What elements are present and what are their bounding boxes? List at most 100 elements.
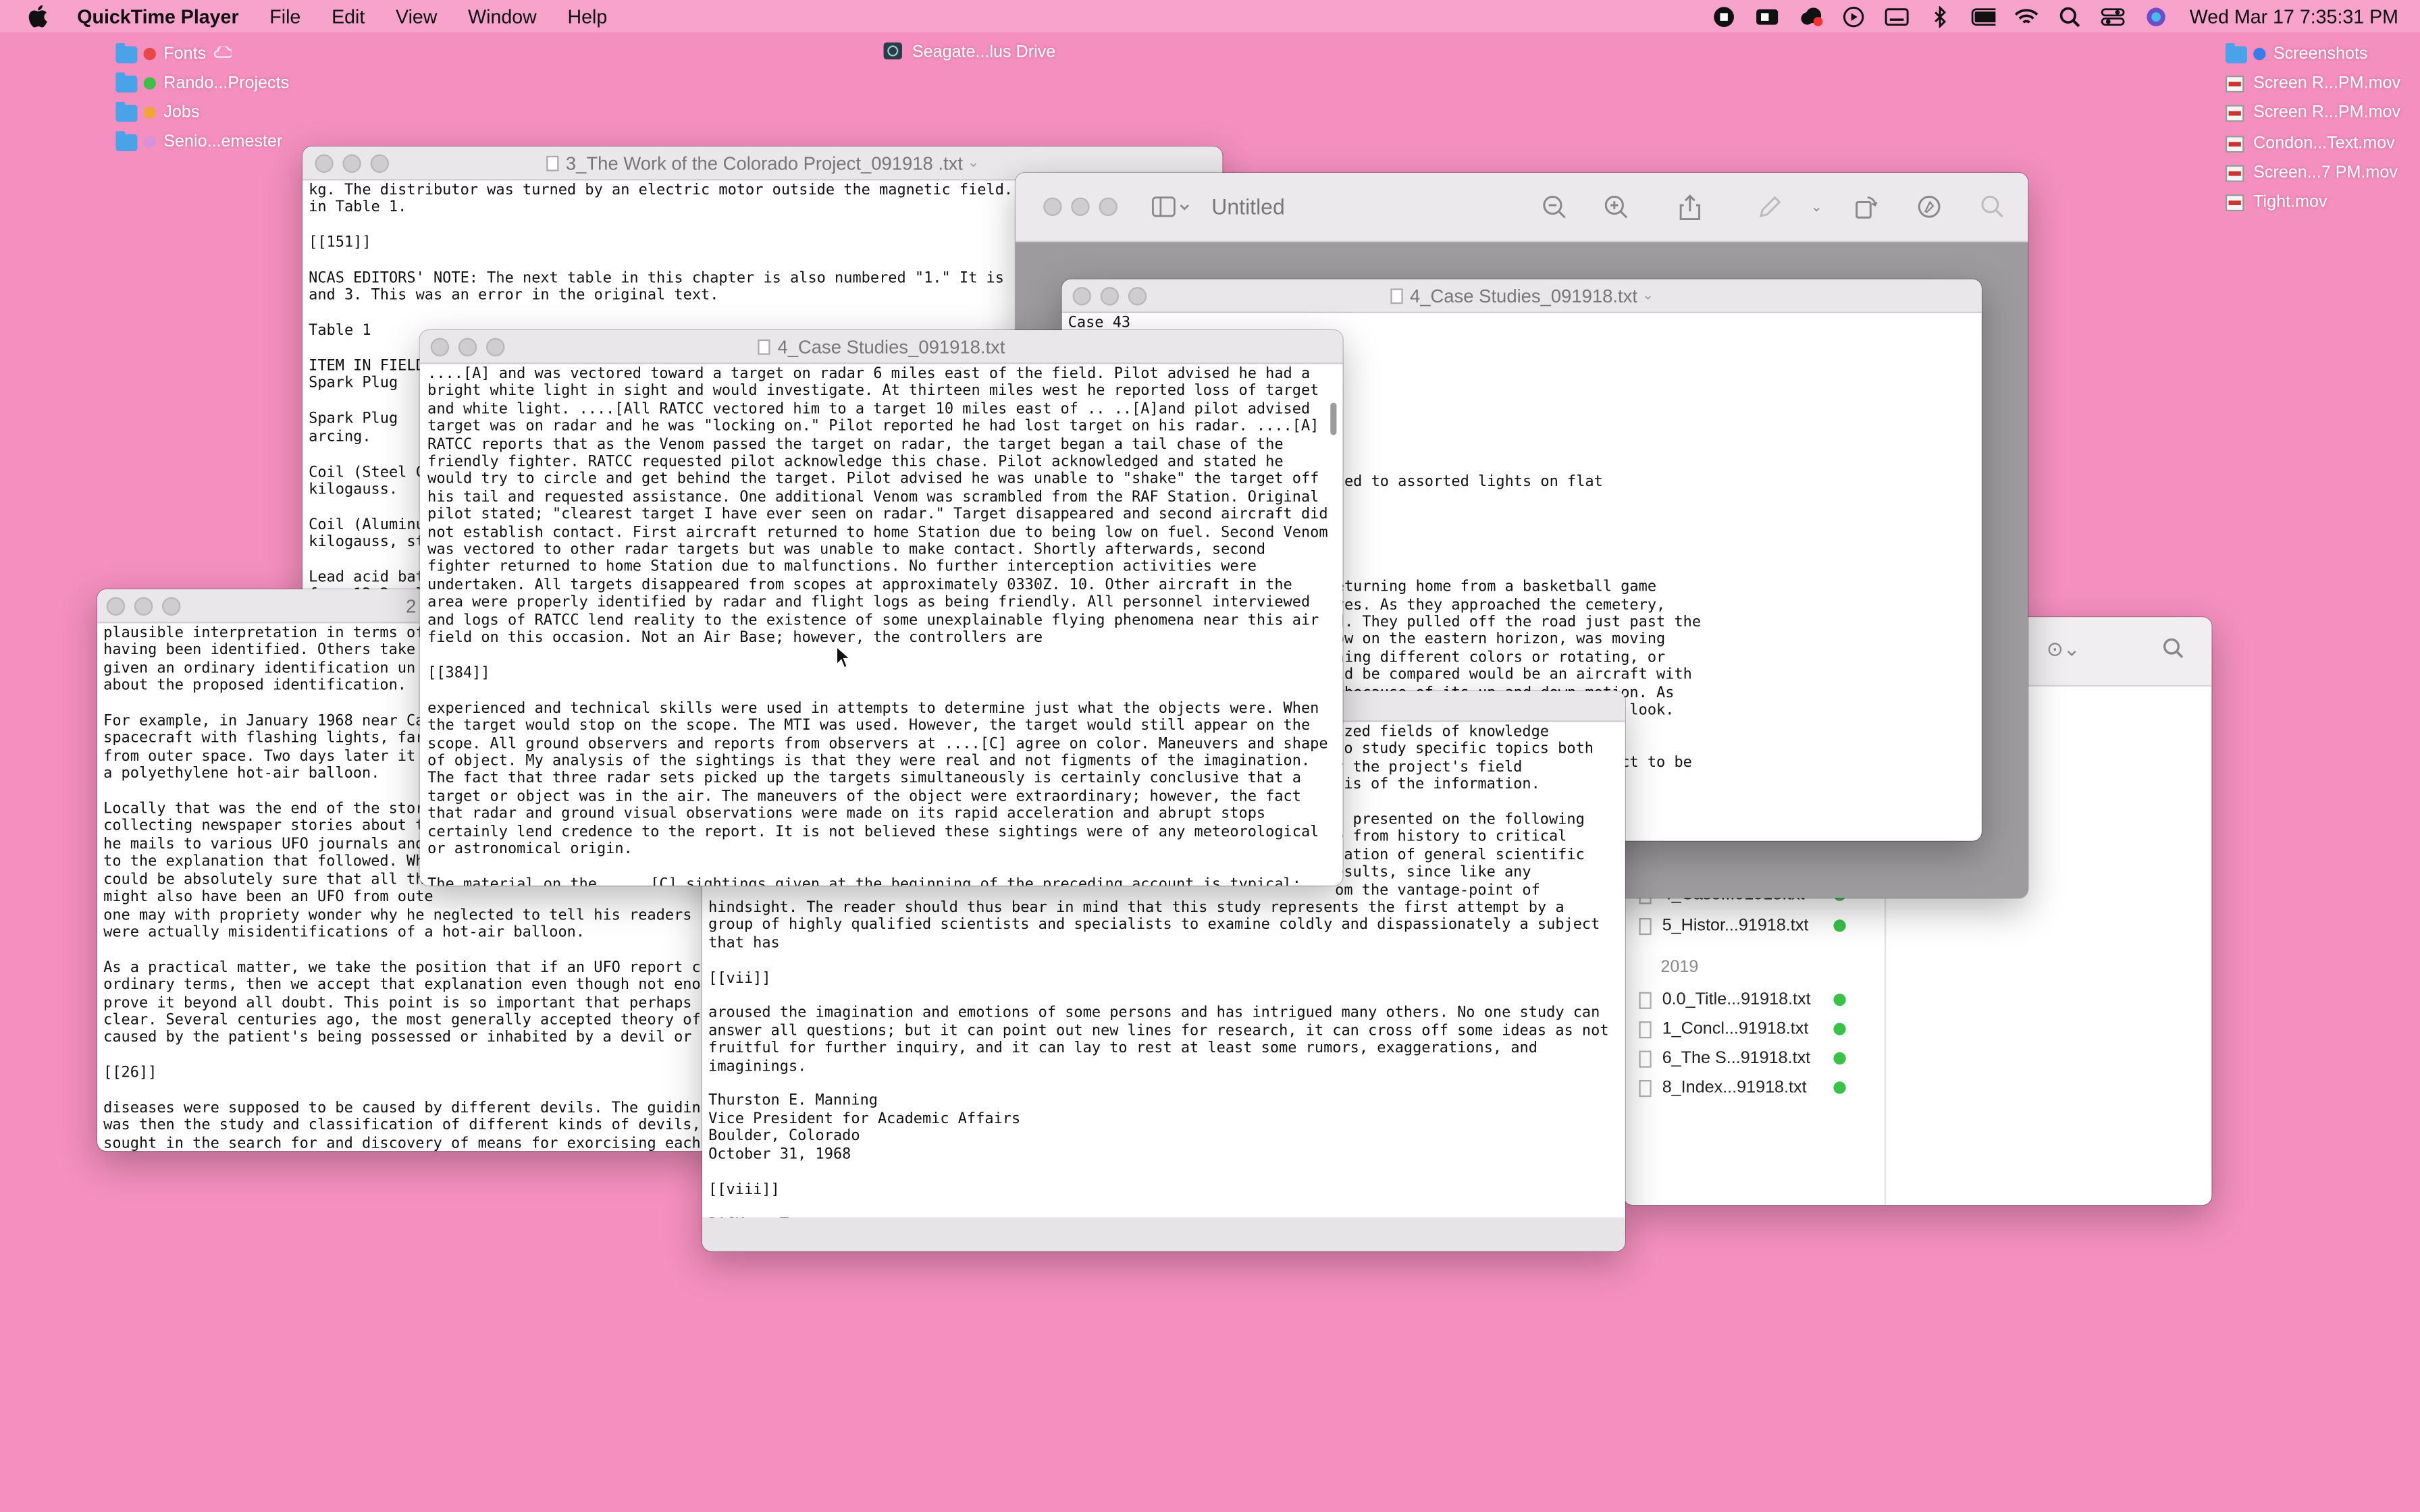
- finder-file-row[interactable]: 5_Histor...91918.txt: [1639, 913, 1870, 938]
- desktop-file-condon-text[interactable]: Condon...Text.mov: [2225, 131, 2395, 156]
- finder-search-icon[interactable]: [2162, 637, 2184, 666]
- finder-file-row[interactable]: 8_Index...91918.txt: [1639, 1075, 1870, 1100]
- control-center-icon[interactable]: [2100, 7, 2125, 25]
- desktop-item-label: Seagate...lus Drive: [912, 43, 1056, 62]
- minimize-button[interactable]: [458, 338, 477, 356]
- zoom-button[interactable]: [161, 597, 181, 616]
- close-button[interactable]: [430, 338, 450, 356]
- zoom-button[interactable]: [485, 338, 505, 356]
- desktop-item-label: Condon...Text.mov: [2253, 134, 2395, 153]
- finder-group-header: 2019: [1660, 955, 1698, 980]
- wifi-icon[interactable]: [2014, 7, 2038, 25]
- markup-icon[interactable]: [1916, 193, 1943, 221]
- menu-view[interactable]: View: [396, 5, 437, 27]
- finder-file-row[interactable]: 1_Concl...91918.txt: [1639, 1017, 1870, 1042]
- menu-app-name[interactable]: QuickTime Player: [77, 5, 238, 27]
- menu-help[interactable]: Help: [568, 5, 608, 27]
- tag-green-icon: [143, 77, 156, 90]
- menu-file[interactable]: File: [269, 5, 300, 27]
- desktop-item-label: Screenshots: [2273, 45, 2368, 63]
- bluetooth-icon[interactable]: [1927, 5, 1952, 27]
- creative-cloud-icon[interactable]: [1797, 7, 1822, 26]
- menu-bar: QuickTime Player File Edit View Window H…: [0, 0, 2420, 32]
- folder-icon: [115, 130, 138, 151]
- window-title: Untitled: [1211, 194, 1285, 219]
- apple-menu-icon[interactable]: [28, 5, 49, 28]
- zoom-button[interactable]: [1128, 287, 1147, 306]
- text-file-icon: [1639, 991, 1652, 1008]
- desktop-item-label: Screen...7 PM.mov: [2253, 163, 2398, 182]
- desktop-folder-random-projects[interactable]: Rando...Projects: [115, 71, 289, 96]
- menu-edit[interactable]: Edit: [332, 5, 365, 27]
- minimize-button[interactable]: [134, 597, 153, 616]
- document-text-top[interactable]: ized fields of knowledge to study specif…: [1335, 722, 1625, 901]
- more-actions-icon[interactable]: ⊙⌄: [2047, 637, 2080, 662]
- movie-file-icon: [2225, 134, 2244, 153]
- facetime-icon[interactable]: [1754, 7, 1779, 25]
- close-button[interactable]: [315, 154, 334, 173]
- minimize-button[interactable]: [1100, 287, 1120, 306]
- finder-file-row[interactable]: 6_The S...91918.txt: [1639, 1046, 1870, 1071]
- chevron-down-icon[interactable]: ⌄: [968, 155, 979, 171]
- document-icon: [546, 155, 558, 171]
- markup-pen-icon[interactable]: [1756, 193, 1784, 221]
- clock[interactable]: Wed Mar 17 7:35:31 PM: [2190, 5, 2398, 27]
- movie-file-icon: [2225, 164, 2244, 182]
- status-area: Wed Mar 17 7:35:31 PM: [1711, 0, 2398, 32]
- green-tag-icon: [1833, 993, 1846, 1006]
- zoom-in-icon[interactable]: [1602, 193, 1630, 221]
- traffic-lights: [315, 154, 389, 173]
- case-studies-front-window: 4_Case Studies_091918.txt ....[A] and wa…: [419, 330, 1343, 886]
- zoom-out-icon[interactable]: [1540, 193, 1568, 221]
- close-button[interactable]: [106, 597, 126, 616]
- chevron-down-icon[interactable]: ⌄: [1642, 287, 1654, 304]
- desktop-folder-jobs[interactable]: Jobs: [115, 101, 199, 126]
- file-name: 5_Histor...91918.txt: [1662, 916, 1809, 936]
- menu-window[interactable]: Window: [468, 5, 537, 27]
- zoom-button[interactable]: [1099, 197, 1117, 216]
- chevron-down-icon[interactable]: ⌄: [1803, 193, 1831, 221]
- desktop-file-screen-recording-3[interactable]: Screen...7 PM.mov: [2225, 161, 2398, 186]
- window-title: 4_Case Studies_091918.txt: [777, 335, 1005, 358]
- search-icon[interactable]: [2057, 6, 2082, 27]
- share-icon[interactable]: [1676, 193, 1704, 221]
- folder-icon: [115, 101, 138, 122]
- desktop-folder-senior-semester[interactable]: Senio...emester: [115, 130, 282, 155]
- stop-record-icon[interactable]: [1711, 6, 1736, 26]
- desktop-file-screen-recording-1[interactable]: Screen R...PM.mov: [2225, 71, 2400, 96]
- close-button[interactable]: [1043, 197, 1062, 216]
- vertical-scrollbar[interactable]: [1330, 402, 1337, 435]
- battery-icon[interactable]: [1970, 7, 1995, 25]
- window-titlebar[interactable]: 4_Case Studies_091918.txt ⌄: [1061, 279, 1982, 313]
- desktop-item-label: Tight.mov: [2253, 192, 2327, 212]
- window-titlebar[interactable]: 4_Case Studies_091918.txt: [419, 330, 1343, 364]
- document-text[interactable]: ....[A] and was vectored toward a target…: [420, 364, 1343, 886]
- play-icon[interactable]: [1841, 5, 1866, 27]
- zoom-button[interactable]: [370, 154, 389, 173]
- preview-toolbar: Untitled ⌄: [1015, 172, 2028, 242]
- desktop-item-label: Rando...Projects: [163, 74, 290, 93]
- desktop-folder-fonts[interactable]: Fonts: [115, 42, 233, 67]
- search-icon[interactable]: [1978, 193, 2006, 221]
- traffic-lights: [430, 338, 505, 356]
- close-button[interactable]: [1072, 287, 1091, 306]
- minimize-button[interactable]: [1071, 197, 1090, 216]
- document-text[interactable]: hindsight. The reader should thus bear i…: [702, 898, 1625, 1222]
- rotate-icon[interactable]: [1852, 193, 1880, 221]
- green-tag-icon: [1833, 1023, 1846, 1035]
- document-icon: [757, 338, 770, 354]
- desktop-drive-seagate[interactable]: Seagate...lus Drive: [883, 40, 1055, 65]
- desktop-item-label: Fonts: [163, 45, 207, 63]
- file-name: 0.0_Title...91918.txt: [1662, 990, 1811, 1009]
- sidebar-toggle-icon[interactable]: [1149, 193, 1195, 221]
- minimize-button[interactable]: [342, 154, 361, 173]
- window-title: 2: [406, 595, 417, 617]
- desktop-folder-screenshots[interactable]: Screenshots: [2225, 42, 2368, 67]
- desktop-file-screen-recording-2[interactable]: Screen R...PM.mov: [2225, 101, 2400, 126]
- siri-icon[interactable]: [2143, 7, 2168, 26]
- desktop: QuickTime Player File Edit View Window H…: [0, 0, 2420, 1512]
- status-strip: [702, 1217, 1625, 1251]
- desktop-file-tight[interactable]: Tight.mov: [2225, 190, 2327, 215]
- keyboard-icon[interactable]: [1884, 7, 1909, 25]
- finder-file-row[interactable]: 0.0_Title...91918.txt: [1639, 988, 1870, 1013]
